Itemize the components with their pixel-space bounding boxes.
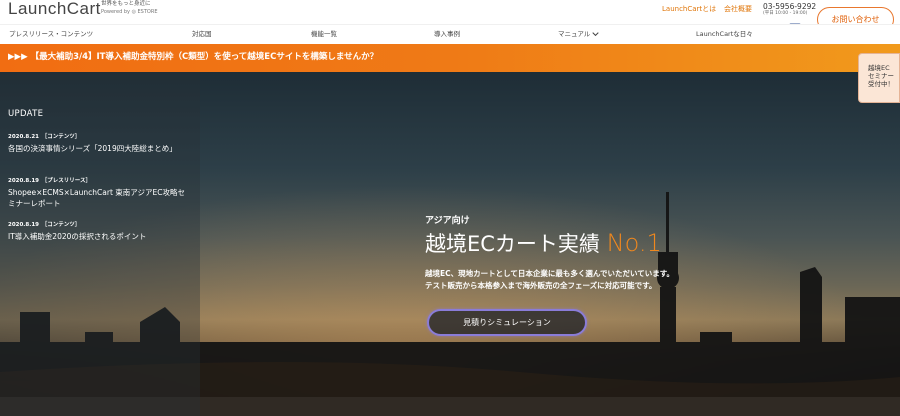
main-nav: プレスリリース・コンテンツ 対応国 機能一覧 導入事例 マニュアル Launch… [0,24,900,43]
news-item[interactable]: 2020.8.19 ［プレスリリース］ Shopee×ECMS×LaunchCa… [8,178,188,209]
promo-banner[interactable]: ▶▶▶ 【最大補助3/4】IT導入補助金特別枠（C類型）を使って越境ECサイトを… [0,44,900,72]
update-panel: UPDATE 2020.8.21 ［コンテンツ］ 各国の決済事情シリーズ「201… [0,72,200,416]
nav-countries[interactable]: 対応国 [192,30,212,38]
news-item[interactable]: 2020.8.19 ［コンテンツ］ IT導入補助金2020の採択されるポイント [8,222,188,242]
estimate-simulation-button[interactable]: 見積りシミュレーション [427,309,587,336]
nav-case-studies[interactable]: 導入事例 [434,30,460,38]
hero-description-line: 越境EC、現地カートとして日本企業に最も多く選んでいただいています。 [425,269,675,278]
nav-daily-blog[interactable]: LaunchCartな日々 [696,30,753,38]
nav-features[interactable]: 機能一覧 [311,30,337,38]
hero-section: UPDATE 2020.8.21 ［コンテンツ］ 各国の決済事情シリーズ「201… [0,72,900,416]
seminar-side-tab[interactable]: 越境EC セミナー 受付中！ [858,53,900,103]
hero-subtitle: アジア向け [425,216,470,226]
chevron-down-icon [592,32,600,37]
news-date: 2020.8.19 ［プレスリリース］ [8,178,91,184]
powered-by: Powered by ◎ ESTORE [101,9,158,15]
site-header: LaunchCart 世界をもっと身近に Powered by ◎ ESTORE… [0,0,900,24]
nav-press-releases[interactable]: プレスリリース・コンテンツ [9,30,93,38]
news-title: IT導入補助金2020の採択されるポイント [8,232,147,241]
nav-manual[interactable]: マニュアル [558,30,600,38]
hero-title: 越境ECカート実績 No.1 [425,230,662,257]
phone-number: 03-5956-9292 [763,2,817,11]
news-title: 各国の決済事情シリーズ「2019四大陸総まとめ」 [8,144,177,153]
promo-banner-text: ▶▶▶ 【最大補助3/4】IT導入補助金特別枠（C類型）を使って越境ECサイトを… [8,52,379,62]
news-item[interactable]: 2020.8.21 ［コンテンツ］ 各国の決済事情シリーズ「2019四大陸総まと… [8,134,188,154]
news-title: Shopee×ECMS×LaunchCart 東南アジアEC攻略セミナーレポート [8,188,185,208]
hero-title-accent: No.1 [606,229,662,257]
about-link[interactable]: LaunchCartとは [662,5,716,13]
news-date: 2020.8.21 ［コンテンツ］ [8,134,81,140]
hero-title-main: 越境ECカート実績 [425,232,600,256]
news-date: 2020.8.19 ［コンテンツ］ [8,222,81,228]
hero-description: 越境EC、現地カートとして日本企業に最も多く選んでいただいています。 テスト販売… [425,268,674,292]
hero-description-line: テスト販売から本格参入まで海外販売の全フェーズに対応可能です。 [425,281,657,290]
business-hours: (平日 10:00 - 19:00) [763,11,808,16]
update-title: UPDATE [8,109,44,119]
site-logo[interactable]: LaunchCart [8,0,101,18]
nav-manual-label: マニュアル [558,30,591,38]
seminar-side-tab-label: 越境EC セミナー 受付中！ [868,64,894,88]
site-tagline: 世界をもっと身近に [101,1,151,7]
company-link[interactable]: 会社概要 [724,5,752,13]
